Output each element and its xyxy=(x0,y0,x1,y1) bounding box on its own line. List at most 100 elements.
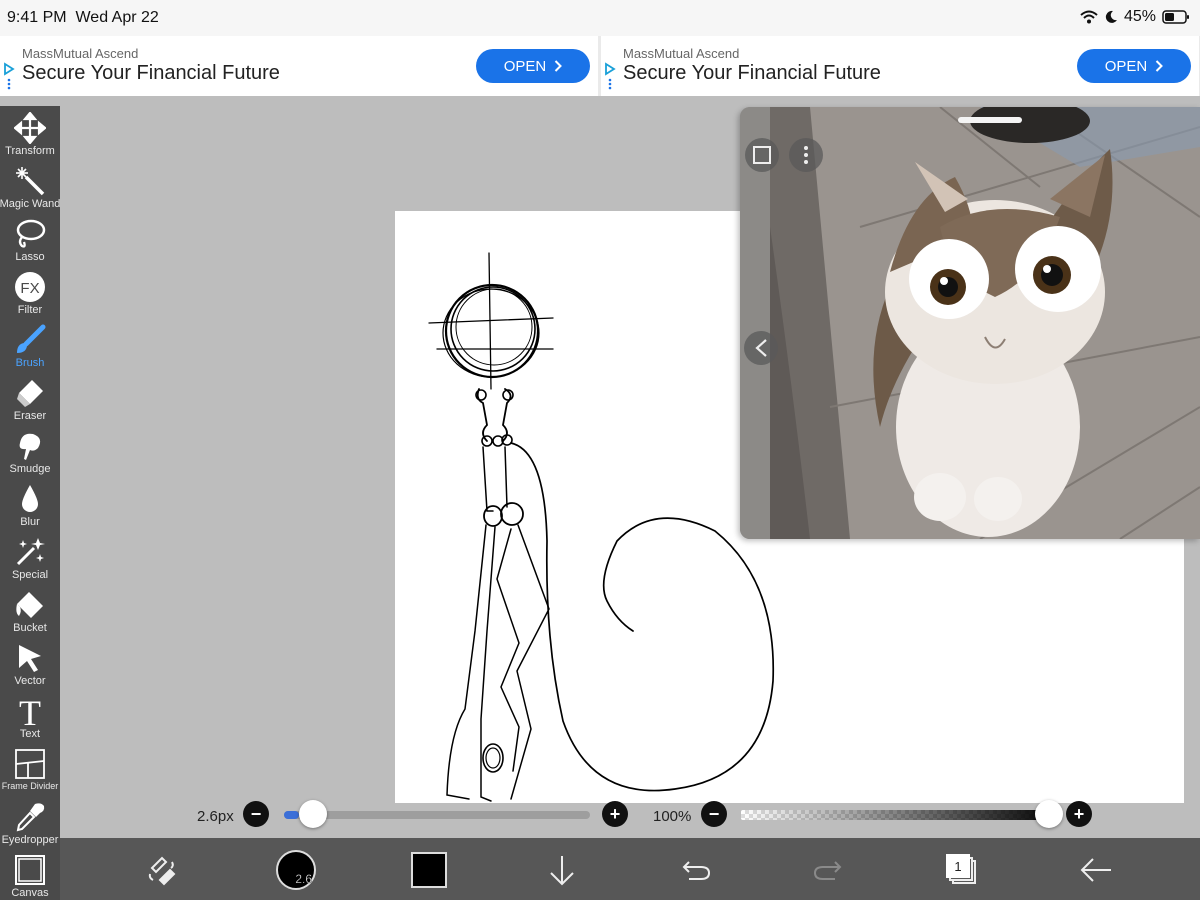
canvas-icon xyxy=(15,855,45,885)
ad-title: Secure Your Financial Future xyxy=(22,62,280,84)
tool-label: Eyedropper xyxy=(1,834,59,846)
tool-label: Frame Divider xyxy=(1,781,59,791)
pip-drag-handle[interactable] xyxy=(958,117,1022,123)
tool-eyedropper[interactable]: Eyedropper xyxy=(0,799,60,852)
smudge-icon xyxy=(19,433,41,460)
arrow-left-icon xyxy=(1080,858,1111,882)
wifi-icon xyxy=(1080,10,1098,24)
tool-magic-wand[interactable]: Magic Wand xyxy=(0,163,60,216)
bottom-action-bar xyxy=(60,838,1200,900)
brush-icon xyxy=(17,324,46,353)
tool-lasso[interactable]: Lasso xyxy=(0,216,60,269)
brush-eraser-swap-button[interactable] xyxy=(140,848,184,892)
frame-divider-icon xyxy=(15,749,45,779)
layer-count: 1 xyxy=(946,854,970,878)
opacity-increase-button[interactable]: + xyxy=(1066,801,1092,827)
svg-text:T: T xyxy=(19,695,41,727)
status-bar: 9:41 PM Wed Apr 22 45% xyxy=(0,0,1200,36)
redo-icon xyxy=(813,861,842,880)
status-date: Wed Apr 22 xyxy=(75,9,159,26)
eyedropper-icon xyxy=(16,803,45,832)
tool-label: Smudge xyxy=(9,463,51,475)
layers-button[interactable]: 1 xyxy=(944,848,980,892)
ad-banner-bar: MassMutual Ascend Secure Your Financial … xyxy=(0,36,1200,96)
more-vertical-icon xyxy=(804,146,808,164)
chevron-right-icon xyxy=(555,60,563,72)
brush-size-increase-button[interactable]: + xyxy=(602,801,628,827)
tool-frame-divider[interactable]: Frame Divider xyxy=(0,746,60,799)
swap-brush-eraser-icon xyxy=(148,856,176,886)
pip-expand-button[interactable] xyxy=(745,138,779,172)
import-button[interactable] xyxy=(546,848,578,892)
pip-collapse-button[interactable] xyxy=(744,331,778,365)
arrow-down-icon xyxy=(550,856,574,886)
tool-eraser[interactable]: Eraser xyxy=(0,375,60,428)
status-time: 9:41 PM xyxy=(7,9,67,26)
opacity-slider-track[interactable] xyxy=(741,810,1061,820)
status-clock: 9:41 PM Wed Apr 22 xyxy=(7,9,159,27)
ad-choices-icon[interactable] xyxy=(3,62,15,90)
tool-canvas[interactable]: Canvas xyxy=(0,852,60,900)
square-icon xyxy=(753,146,771,164)
tool-text[interactable]: T Text xyxy=(0,693,60,746)
ad-open-label: OPEN xyxy=(1104,57,1148,75)
tool-label: Vector xyxy=(14,675,46,687)
ad-open-button[interactable]: OPEN xyxy=(1077,49,1191,83)
tool-label: Canvas xyxy=(11,887,49,899)
redo-button[interactable] xyxy=(812,848,844,892)
back-button[interactable] xyxy=(1078,848,1114,892)
tool-label: Eraser xyxy=(13,410,47,422)
cat-video-frame xyxy=(740,107,1200,539)
chevron-right-icon xyxy=(1156,60,1164,72)
tool-bucket[interactable]: Bucket xyxy=(0,587,60,640)
brush-size-slider-fill xyxy=(284,811,300,819)
tool-filter[interactable]: FX Filter xyxy=(0,269,60,322)
tool-label: Lasso xyxy=(15,251,45,263)
ad-brand: MassMutual Ascend xyxy=(623,46,740,61)
pip-more-button[interactable] xyxy=(789,138,823,172)
tool-vector[interactable]: Vector xyxy=(0,640,60,693)
ad-banner[interactable]: MassMutual Ascend Secure Your Financial … xyxy=(0,36,598,96)
tool-smudge[interactable]: Smudge xyxy=(0,428,60,481)
ad-banner[interactable]: MassMutual Ascend Secure Your Financial … xyxy=(601,36,1199,96)
cursor-arrow-icon xyxy=(19,645,41,672)
ad-open-button[interactable]: OPEN xyxy=(476,49,590,83)
tool-brush[interactable]: Brush xyxy=(0,322,60,375)
tool-label: Filter xyxy=(17,304,43,316)
opacity-slider-thumb[interactable] xyxy=(1035,800,1063,828)
ad-title: Secure Your Financial Future xyxy=(623,62,881,84)
color-picker-button[interactable] xyxy=(410,848,448,892)
magic-wand-icon xyxy=(16,167,45,196)
moon-icon xyxy=(1105,10,1117,23)
plus-icon: + xyxy=(1073,803,1085,824)
tool-label: Blur xyxy=(20,516,40,528)
chevron-left-icon xyxy=(755,339,767,357)
undo-button[interactable] xyxy=(680,848,712,892)
move-arrows-icon xyxy=(14,112,46,144)
status-indicators: 45% xyxy=(1080,8,1190,26)
eraser-icon xyxy=(17,380,43,407)
tool-special[interactable]: Special xyxy=(0,534,60,587)
bucket-icon xyxy=(16,592,43,618)
brush-size-badge: 2.6 xyxy=(295,872,312,886)
pip-video-window[interactable] xyxy=(740,107,1200,539)
ad-choices-icon[interactable] xyxy=(604,62,616,90)
brush-size-slider-track[interactable] xyxy=(284,811,590,819)
brush-size-indicator[interactable]: 2.6 xyxy=(274,848,318,892)
current-color-swatch xyxy=(411,852,447,888)
svg-text:FX: FX xyxy=(20,280,39,297)
battery-percent: 45% xyxy=(1123,8,1156,25)
lasso-icon xyxy=(16,219,46,248)
tool-label: Transform xyxy=(5,145,55,157)
fx-icon: FX xyxy=(15,272,45,302)
opacity-decrease-button[interactable]: − xyxy=(701,801,727,827)
tool-blur[interactable]: Blur xyxy=(0,481,60,534)
sparkle-icon xyxy=(16,538,45,566)
tool-label: Brush xyxy=(15,357,45,369)
tool-transform[interactable]: Transform xyxy=(0,110,60,163)
brush-preview-circle: 2.6 xyxy=(276,850,316,890)
opacity-value: 100% xyxy=(653,808,692,825)
tool-label: Text xyxy=(19,728,41,740)
droplet-icon xyxy=(22,485,38,512)
brush-size-decrease-button[interactable]: − xyxy=(243,801,269,827)
